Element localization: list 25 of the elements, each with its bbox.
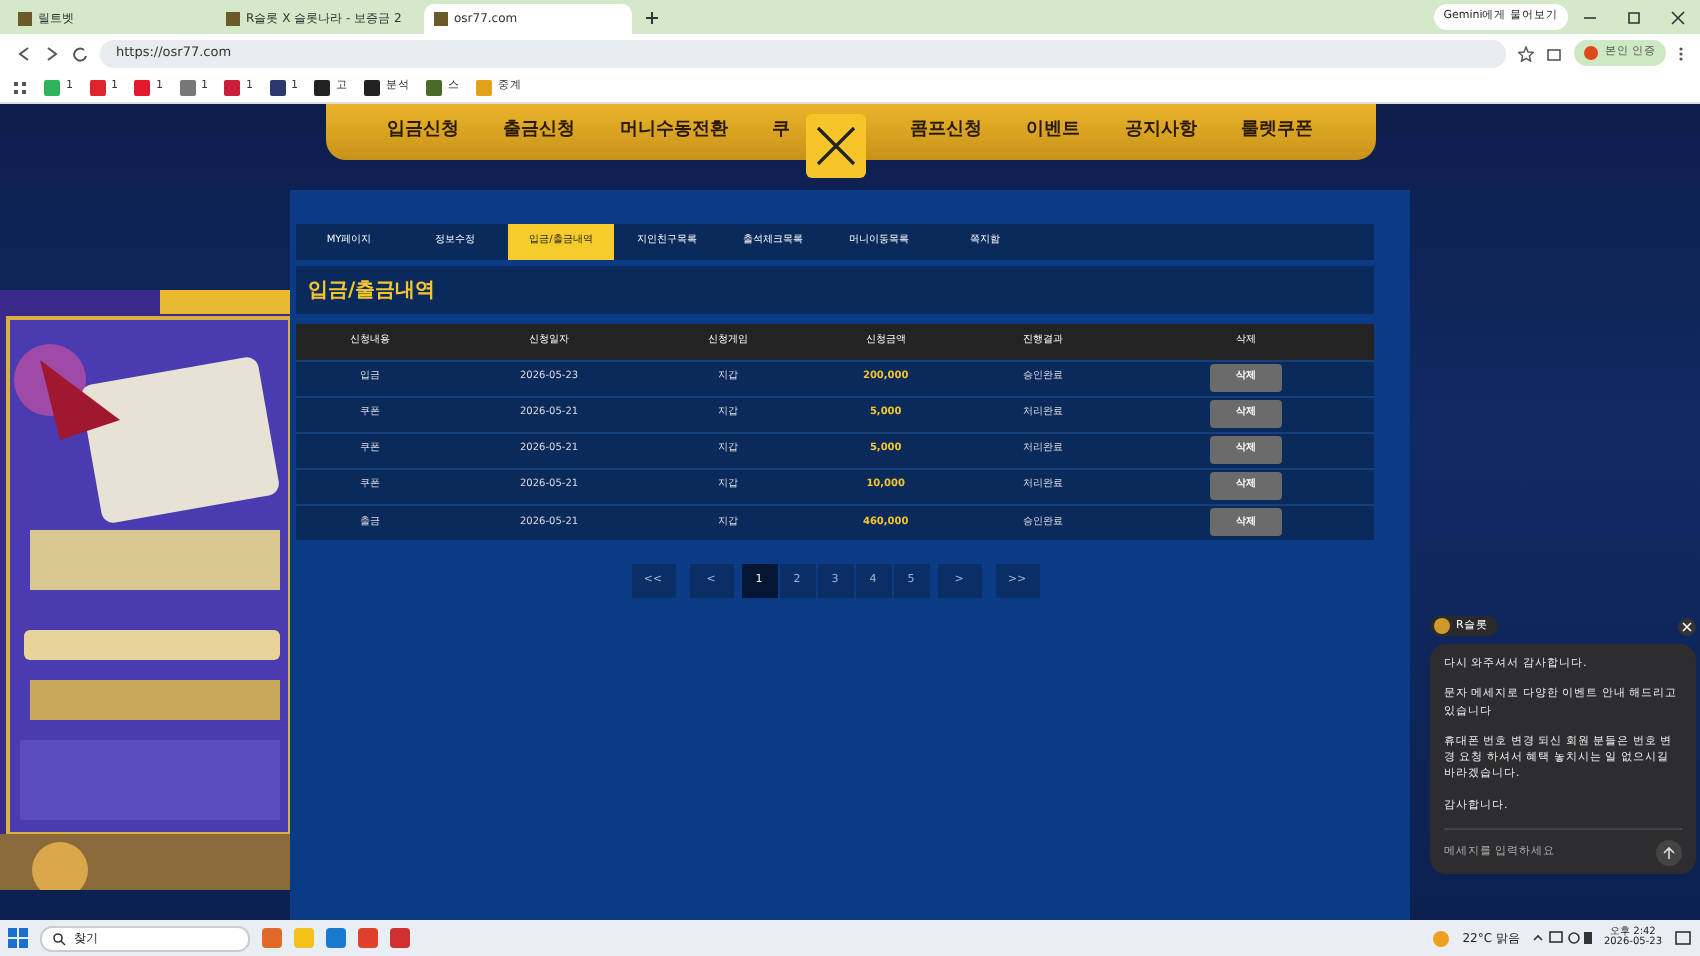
nav-link[interactable]: 공지사항	[1124, 118, 1197, 146]
star-icon[interactable]	[1518, 45, 1535, 61]
close-button[interactable]	[805, 114, 866, 178]
section-title: 입금/출금내역	[308, 277, 436, 305]
reload-icon[interactable]	[72, 45, 88, 61]
back-icon[interactable]	[16, 45, 32, 61]
forward-icon[interactable]	[44, 45, 60, 61]
close-button[interactable]	[1678, 617, 1696, 635]
nav-link[interactable]: 이벤트	[1026, 118, 1081, 146]
maximize-icon[interactable]	[1626, 10, 1642, 26]
send-button[interactable]	[1656, 839, 1682, 866]
nav-link[interactable]: 콤프신청	[910, 118, 983, 146]
nav-link[interactable]: 입금신청	[387, 118, 460, 146]
menu-icon[interactable]	[1678, 45, 1684, 61]
search-icon	[52, 931, 66, 945]
arrow-up-icon	[1662, 845, 1676, 860]
nav-link[interactable]: 룰렛쿠폰	[1240, 118, 1313, 146]
nav-link[interactable]: 머니수동전환	[619, 118, 728, 146]
apps-icon[interactable]	[12, 79, 28, 95]
nav-link[interactable]: 출금신청	[503, 118, 576, 146]
new-tab-icon[interactable]	[644, 10, 660, 26]
start-icon[interactable]	[8, 928, 28, 948]
nav-link[interactable]: 쿠	[771, 118, 790, 146]
close-icon[interactable]	[1670, 10, 1686, 26]
sun-icon	[1432, 929, 1451, 947]
